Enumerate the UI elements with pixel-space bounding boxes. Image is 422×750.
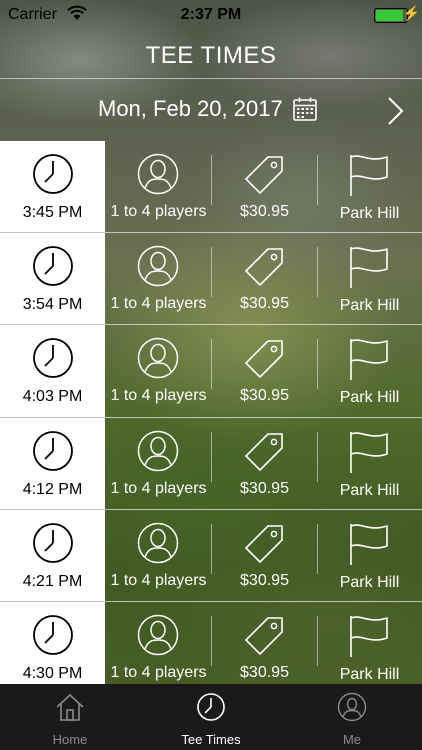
tee-time-cell[interactable]: 3:54 PM	[0, 233, 105, 325]
flag-icon	[350, 615, 388, 657]
course-cell: Park Hill	[317, 418, 422, 509]
tab-home[interactable]: Home	[0, 684, 140, 750]
tee-time-row[interactable]: 3:54 PM 1 to 4 players $30.95 Park Hill	[0, 233, 422, 326]
price-tag-icon	[245, 617, 283, 655]
status-time: 2:37 PM	[180, 6, 242, 23]
price-label: $30.95	[240, 663, 289, 681]
person-icon	[137, 245, 179, 287]
price-cell: $30.95	[212, 418, 317, 509]
clock-icon	[197, 693, 225, 721]
tee-time-row[interactable]: 3:45 PM 1 to 4 players $30.95 Park Hill	[0, 141, 422, 234]
person-icon	[137, 338, 179, 379]
flag-icon	[350, 339, 388, 381]
price-label: $30.95	[240, 479, 289, 497]
flag-icon	[350, 431, 388, 473]
clock-icon	[33, 615, 73, 655]
course-label: Park Hill	[339, 573, 400, 591]
clock-icon	[33, 338, 73, 379]
price-cell: $30.95	[212, 510, 317, 601]
course-label: Park Hill	[339, 665, 400, 683]
players-cell: 1 to 4 players	[105, 233, 212, 324]
players-label: 1 to 4 players	[110, 387, 207, 405]
tee-time-cell[interactable]: 4:03 PM	[0, 325, 105, 417]
tee-time-cell[interactable]: 3:45 PM	[0, 141, 105, 233]
selected-date[interactable]: Mon, Feb 20, 2017	[98, 96, 283, 122]
tee-time-row[interactable]: 4:30 PM 1 to 4 players $30.95 Park Hill	[0, 601, 422, 695]
tee-time-row[interactable]: 4:21 PM 1 to 4 players $30.95 Park Hill	[0, 509, 422, 602]
tab-me-label: Me	[342, 732, 362, 747]
flag-icon	[350, 523, 388, 565]
tee-time-label: 3:45 PM	[22, 204, 83, 221]
price-label: $30.95	[240, 295, 289, 313]
tab-home-label: Home	[52, 732, 88, 747]
tee-time-label: 4:12 PM	[22, 480, 83, 498]
course-label: Park Hill	[339, 297, 400, 315]
course-label: Park Hill	[339, 389, 400, 407]
players-label: 1 to 4 players	[110, 203, 207, 220]
chevron-right-icon[interactable]	[380, 94, 410, 128]
price-cell: $30.95	[212, 325, 317, 416]
price-tag-icon	[245, 248, 283, 286]
date-navigator: Mon, Feb 20, 2017	[0, 80, 422, 140]
tee-time-label: 4:21 PM	[22, 572, 83, 590]
tab-tee-times-label: Tee Times	[181, 732, 241, 747]
person-icon	[137, 153, 179, 195]
page-title: TEE TIMES	[0, 32, 422, 79]
tee-time-list: 3:45 PM 1 to 4 players $30.95 Park Hill 3:54…	[0, 141, 422, 695]
charging-icon: ⚡	[402, 5, 420, 21]
clock-icon	[33, 246, 73, 287]
price-cell: $30.95	[212, 602, 317, 693]
price-tag-icon	[245, 340, 283, 379]
course-cell: Park Hill	[317, 325, 422, 416]
players-cell: 1 to 4 players	[105, 602, 212, 693]
tab-bar: Home Tee Times Me	[0, 684, 422, 750]
person-icon	[337, 692, 367, 722]
price-tag-icon	[245, 524, 283, 563]
price-label: $30.95	[240, 387, 289, 405]
price-cell: $30.95	[212, 141, 317, 232]
players-cell: 1 to 4 players	[105, 325, 212, 416]
tee-time-cell[interactable]: 4:30 PM	[0, 601, 105, 694]
price-tag-icon	[245, 156, 283, 194]
course-cell: Park Hill	[317, 602, 422, 693]
tee-time-cell[interactable]: 4:12 PM	[0, 417, 105, 509]
person-icon	[137, 614, 179, 656]
home-icon	[56, 693, 84, 721]
status-bar: Carrier 2:37 PM ⚡	[0, 0, 422, 32]
players-label: 1 to 4 players	[110, 295, 207, 313]
price-tag-icon	[245, 432, 283, 471]
clock-icon	[33, 522, 73, 563]
price-label: $30.95	[240, 571, 289, 589]
calendar-icon[interactable]	[292, 96, 318, 122]
course-cell: Park Hill	[317, 141, 422, 232]
price-cell: $30.95	[212, 233, 317, 324]
tee-time-row[interactable]: 4:12 PM 1 to 4 players $30.95 Park Hill	[0, 417, 422, 510]
course-label: Park Hill	[339, 205, 400, 222]
tee-time-label: 4:03 PM	[22, 388, 83, 406]
flag-icon	[350, 247, 388, 289]
tee-time-label: 4:30 PM	[22, 664, 83, 682]
players-cell: 1 to 4 players	[105, 141, 212, 232]
person-icon	[137, 430, 179, 471]
tee-time-label: 3:54 PM	[22, 296, 83, 314]
tab-tee-times[interactable]: Tee Times	[141, 684, 281, 750]
course-cell: Park Hill	[317, 233, 422, 324]
players-cell: 1 to 4 players	[105, 418, 212, 509]
players-cell: 1 to 4 players	[105, 510, 212, 601]
players-label: 1 to 4 players	[110, 571, 207, 589]
person-icon	[137, 522, 179, 563]
price-label: $30.95	[240, 203, 289, 220]
players-label: 1 to 4 players	[110, 663, 207, 681]
clock-icon	[33, 154, 73, 194]
tee-time-row[interactable]: 4:03 PM 1 to 4 players $30.95 Park Hill	[0, 325, 422, 418]
tee-time-cell[interactable]: 4:21 PM	[0, 509, 105, 601]
course-label: Park Hill	[339, 481, 400, 499]
flag-icon	[350, 155, 388, 196]
tab-me[interactable]: Me	[282, 684, 422, 750]
course-cell: Park Hill	[317, 510, 422, 601]
clock-icon	[33, 430, 73, 471]
players-label: 1 to 4 players	[110, 479, 207, 497]
